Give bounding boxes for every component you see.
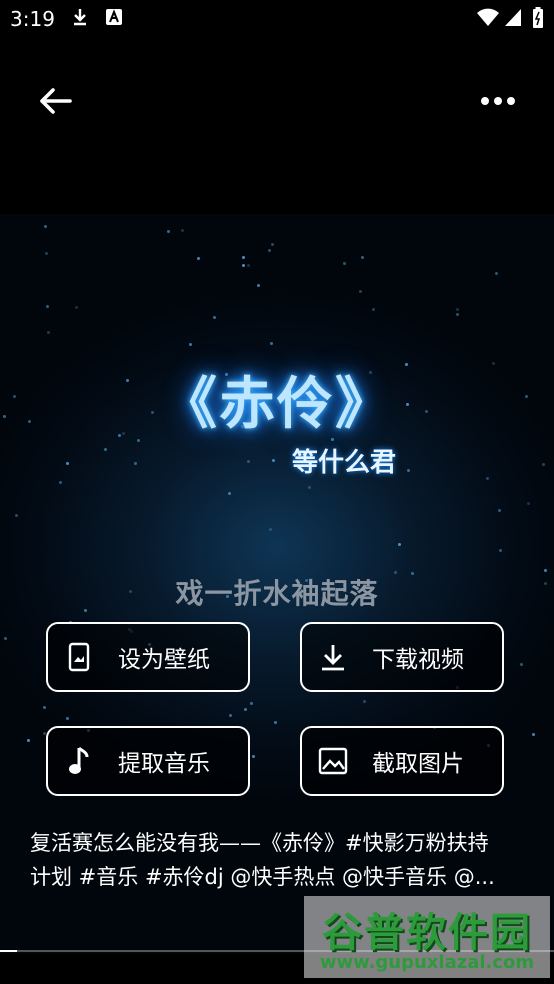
back-button[interactable] xyxy=(31,77,79,125)
wifi-icon xyxy=(476,7,500,27)
rain-particle xyxy=(167,230,170,233)
watermark-url: www.gupuxlazal.com xyxy=(319,952,535,973)
rain-particle xyxy=(250,702,253,705)
rain-particle xyxy=(59,481,62,484)
signal-icon xyxy=(504,7,524,27)
rain-particle xyxy=(66,717,69,720)
rain-particle xyxy=(134,462,137,465)
rain-particle xyxy=(269,528,272,531)
rain-particle xyxy=(343,262,346,265)
rain-particle xyxy=(359,290,362,293)
rain-particle xyxy=(197,257,200,260)
download-video-button[interactable]: 下载视频 xyxy=(300,622,504,692)
video-artist: 等什么君 xyxy=(292,448,397,478)
rain-particle xyxy=(542,463,545,466)
more-dots-icon xyxy=(481,97,515,105)
rain-particle xyxy=(520,663,523,666)
rain-particle xyxy=(43,706,46,709)
watermark-name: 谷普软件园 xyxy=(322,910,532,956)
rain-particle xyxy=(247,460,250,463)
rain-particle xyxy=(75,306,78,309)
rain-particle xyxy=(257,284,260,287)
image-icon xyxy=(318,746,348,776)
capture-image-button[interactable]: 截取图片 xyxy=(300,726,504,796)
rain-particle xyxy=(271,243,274,246)
rain-particle xyxy=(456,308,459,311)
rain-particle xyxy=(47,331,50,334)
capture-image-label: 截取图片 xyxy=(372,751,464,777)
rain-particle xyxy=(252,755,255,758)
rain-particle xyxy=(495,272,498,275)
download-icon xyxy=(318,642,348,672)
extract-music-label: 提取音乐 xyxy=(118,751,210,777)
video-title: 《赤伶》 xyxy=(161,371,393,437)
extract-music-button[interactable]: 提取音乐 xyxy=(46,726,250,796)
status-bar: 3:19 xyxy=(0,0,554,38)
rain-particle xyxy=(268,249,271,252)
rain-particle xyxy=(272,459,275,462)
rain-particle xyxy=(407,469,410,472)
video-caption[interactable]: 复活赛怎么能没有我——《赤伶》#快影万粉扶持 计划 #音乐 #赤伶dj @快手热… xyxy=(30,826,530,894)
rain-particle xyxy=(104,448,107,451)
rain-particle xyxy=(498,509,501,512)
rain-particle xyxy=(499,549,502,552)
rain-particle xyxy=(247,264,250,267)
rain-particle xyxy=(372,308,375,311)
rain-particle xyxy=(398,543,401,546)
watermark-logo: 谷普软件园 www.gupuxlazal.com xyxy=(304,896,550,978)
rain-particle xyxy=(486,477,489,480)
download-status-icon xyxy=(70,7,90,27)
rain-particle xyxy=(213,316,216,319)
arrow-left-icon xyxy=(40,88,72,114)
rain-particle xyxy=(244,708,247,711)
rain-particle xyxy=(527,502,530,505)
rain-particle xyxy=(66,462,69,465)
set-wallpaper-label: 设为壁纸 xyxy=(118,647,210,673)
rain-particle xyxy=(270,342,273,345)
rain-particle xyxy=(189,343,192,346)
rain-particle xyxy=(45,252,48,255)
rain-particle xyxy=(15,514,18,517)
rain-particle xyxy=(274,721,277,724)
rain-particle xyxy=(242,256,245,259)
rain-particle xyxy=(44,225,47,228)
music-note-icon xyxy=(64,746,94,776)
more-options-button[interactable] xyxy=(474,77,522,125)
phone-wallpaper-icon xyxy=(64,642,94,672)
app-notification-icon xyxy=(104,7,124,27)
rain-particle xyxy=(46,305,49,308)
battery-icon xyxy=(532,7,544,28)
rain-particle xyxy=(181,229,184,232)
status-time: 3:19 xyxy=(10,7,55,31)
rain-particle xyxy=(242,264,245,267)
rain-particle xyxy=(4,637,7,640)
rain-particle xyxy=(456,313,459,316)
set-wallpaper-button[interactable]: 设为壁纸 xyxy=(46,622,250,692)
rain-particle xyxy=(308,486,311,489)
rain-particle xyxy=(27,739,30,742)
rain-particle xyxy=(361,256,364,259)
rain-particle xyxy=(363,700,366,703)
download-video-label: 下载视频 xyxy=(372,647,464,673)
rain-particle xyxy=(229,714,232,717)
video-lyric: 戏一折水袖起落 xyxy=(175,577,379,610)
rain-particle xyxy=(532,733,535,736)
rain-particle xyxy=(228,492,231,495)
playback-progress-fill xyxy=(0,950,17,952)
